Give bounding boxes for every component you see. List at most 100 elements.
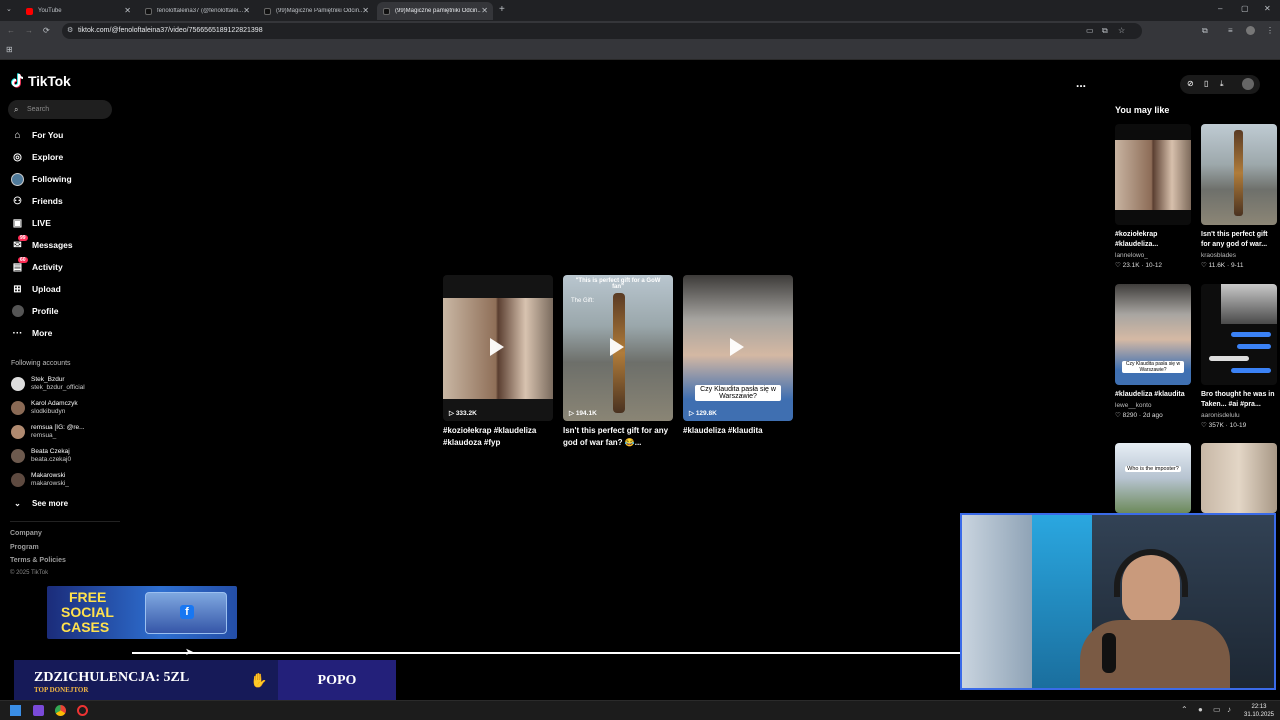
upload-icon: ⊞ <box>13 283 22 295</box>
suggested-video[interactable]: Isn't this perfect gift for any god of w… <box>1201 124 1277 269</box>
close-tab-icon[interactable]: ✕ <box>243 6 250 15</box>
footer-company-link[interactable]: Company <box>10 530 42 537</box>
following-account[interactable]: Beata Czekaj beata.czekaj0 <box>11 446 71 466</box>
chrome-icon[interactable] <box>55 705 66 716</box>
avatar <box>11 449 25 463</box>
suggested-thumbnail[interactable] <box>1201 284 1277 385</box>
close-window-icon[interactable]: ✕ <box>1264 5 1271 13</box>
video-card[interactable]: Czy Klaudita pasła się w Warszawie? ▷ 12… <box>683 275 793 437</box>
see-more-button[interactable]: ⌄ See more <box>11 495 68 511</box>
media-icon[interactable]: ≡ <box>1228 27 1233 35</box>
extensions-icon[interactable]: ⧉ <box>1202 27 1208 35</box>
volume-icon[interactable]: ♪ <box>1227 705 1231 714</box>
tab-tiktok-video-1[interactable]: (99)Magiczne Pamiętniki Odcin... ✕ <box>258 2 374 20</box>
play-icon <box>610 338 624 356</box>
site-info-icon[interactable]: ⚙ <box>67 27 73 34</box>
suggested-video[interactable]: Who is the imposter? <box>1115 443 1191 513</box>
suggested-thumbnail[interactable]: Who is the imposter? <box>1115 443 1191 513</box>
device-icon[interactable]: ▯ <box>1204 79 1208 88</box>
nav-friends[interactable]: ⚇ Friends <box>11 193 63 209</box>
suggested-author[interactable]: lewe__konto <box>1115 402 1191 409</box>
suggested-author[interactable]: aaronisdelulu <box>1201 412 1277 419</box>
translate-icon[interactable]: ⧉ <box>1102 27 1108 35</box>
more-options-button[interactable]: ... <box>1076 76 1086 90</box>
footer-terms-link[interactable]: Terms & Policies <box>10 557 66 564</box>
mic-icon[interactable]: ● <box>1198 705 1203 714</box>
thumbnail-overlay-text: Who is the imposter? <box>1125 466 1181 472</box>
windows-start-icon[interactable] <box>10 705 21 716</box>
network-icon[interactable]: ▭ <box>1213 705 1221 714</box>
forward-icon[interactable]: → <box>25 27 33 35</box>
messages-badge: 99 <box>18 235 28 241</box>
suggested-stats: ♡ 8290 · 2d ago <box>1115 412 1163 419</box>
see-more-label: See more <box>32 498 69 508</box>
nav-explore[interactable]: ◎ Explore <box>11 149 63 165</box>
nav-activity[interactable]: ▤ 60 Activity <box>11 257 63 275</box>
tab-tiktok-profile[interactable]: fenoloftaleina37 (@fenoloftalei... ✕ <box>139 2 255 20</box>
sidebar-divider <box>10 521 120 522</box>
top-donor-widget: ZDZICHULENCJA: 5ZL TOP DONEJTOR ✋ POPO <box>14 660 396 704</box>
back-icon[interactable]: ← <box>7 27 15 35</box>
tiktok-logo[interactable]: TikTok <box>11 73 71 89</box>
close-tab-icon[interactable]: ✕ <box>124 6 131 15</box>
video-thumbnail[interactable]: "This is perfect gift for a GoW fan" The… <box>563 275 673 421</box>
app-icon[interactable] <box>77 705 88 716</box>
bookmark-star-icon[interactable]: ☆ <box>1118 27 1125 35</box>
following-account[interactable]: Stek_Bzdur stek_bzdur_official <box>11 374 85 394</box>
minimize-icon[interactable]: – <box>1218 5 1222 13</box>
search-placeholder: Search <box>27 106 50 113</box>
reload-icon[interactable]: ⟳ <box>43 27 50 35</box>
following-account[interactable]: remsua [IG: @re... remsua_ <box>11 422 85 442</box>
close-tab-icon[interactable]: ✕ <box>481 6 488 15</box>
nav-more[interactable]: ··· More <box>11 325 53 341</box>
new-tab-icon[interactable]: + <box>499 5 505 15</box>
suggested-thumbnail[interactable]: Czy Klaudita pasła się w Warszawie? <box>1115 284 1191 385</box>
tray-chevron-icon[interactable]: ⌃ <box>1181 705 1188 714</box>
apps-icon[interactable]: ⊞ <box>6 46 13 54</box>
maximize-icon[interactable]: ▢ <box>1241 5 1249 13</box>
tab-search-icon[interactable]: ⌄ <box>6 6 12 13</box>
tab-youtube[interactable]: YouTube ✕ <box>20 2 136 20</box>
suggested-thumbnail[interactable] <box>1201 124 1277 225</box>
menu-icon[interactable]: ⋮ <box>1266 27 1274 35</box>
video-caption[interactable]: #koziołekrap #klaudeliza #klaudoza #fyp <box>443 425 553 449</box>
suggested-video[interactable] <box>1201 443 1277 513</box>
suggested-author[interactable]: lannelowo_ <box>1115 252 1191 259</box>
nav-for-you[interactable]: ⌂ For You <box>11 127 63 143</box>
footer-program-link[interactable]: Program <box>10 544 39 551</box>
suggested-thumbnail[interactable] <box>1115 124 1191 225</box>
following-account[interactable]: Karol Adamczyk slodkibudyn <box>11 398 78 418</box>
suggested-thumbnail[interactable] <box>1201 443 1277 513</box>
profile-avatar-icon[interactable] <box>1246 26 1255 35</box>
video-card[interactable]: "This is perfect gift for a GoW fan" The… <box>563 275 673 449</box>
video-thumbnail[interactable]: Czy Klaudita pasła się w Warszawie? ▷ 12… <box>683 275 793 421</box>
suggested-video[interactable]: #koziołekrap #klaudeliza... lannelowo_ ♡… <box>1115 124 1191 269</box>
compass-icon[interactable]: ⊘ <box>1187 79 1194 88</box>
cast-icon[interactable]: ▭ <box>1086 27 1094 35</box>
video-thumbnail[interactable]: ▷ 333.2K <box>443 275 553 421</box>
download-icon[interactable]: ⤓ <box>1220 79 1224 89</box>
microphone <box>1102 633 1116 673</box>
clock[interactable]: 22:13 31.10.2025 <box>1242 703 1276 719</box>
video-caption[interactable]: Isn't this perfect gift for any god of w… <box>563 425 673 449</box>
suggested-video[interactable]: Czy Klaudita pasła się w Warszawie? #kla… <box>1115 284 1191 419</box>
suggested-author[interactable]: kraosblades <box>1201 252 1277 259</box>
avatar[interactable] <box>1242 78 1254 90</box>
search-input[interactable]: ⌕ Search <box>8 100 112 119</box>
nav-messages[interactable]: ✉ 99 Messages <box>11 235 73 253</box>
close-tab-icon[interactable]: ✕ <box>362 6 369 15</box>
following-account[interactable]: Makarowski makarowski_ <box>11 470 69 490</box>
video-card[interactable]: ▷ 333.2K #koziołekrap #klaudeliza #klaud… <box>443 275 553 449</box>
tab-tiktok-video-2[interactable]: (99)Magiczne pamiętniki Odcin... ✕ <box>377 2 493 20</box>
video-progress-line[interactable] <box>132 652 962 654</box>
video-caption[interactable]: #klaudeliza #klaudita <box>683 425 793 437</box>
suggested-video[interactable]: Bro thought he was in Taken... #ai #pra.… <box>1201 284 1277 429</box>
nav-profile[interactable]: Profile <box>11 303 58 319</box>
twitch-icon[interactable] <box>33 705 44 716</box>
suggested-stats: ♡ 11.6K · 9-11 <box>1201 262 1244 269</box>
nav-following[interactable]: Following <box>11 171 72 187</box>
nav-upload[interactable]: ⊞ Upload <box>11 281 61 297</box>
nav-live[interactable]: ▣ LIVE <box>11 215 51 231</box>
url-input[interactable]: ⚙ tiktok.com/@fenoloftaleina37/video/756… <box>62 23 1142 39</box>
suggested-caption: #koziołekrap #klaudeliza... <box>1115 231 1159 248</box>
